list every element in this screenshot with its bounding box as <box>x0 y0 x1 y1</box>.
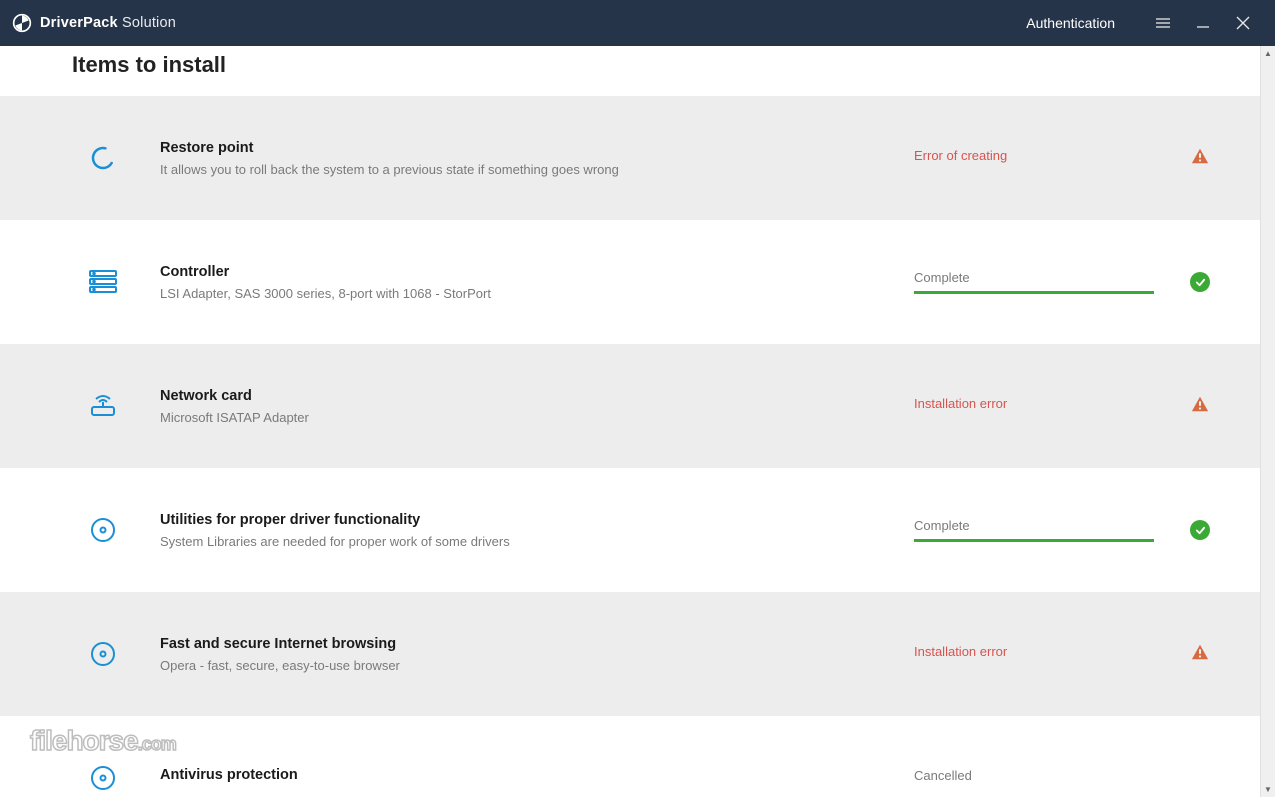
app-title: DriverPack Solution <box>40 15 176 31</box>
install-item-row: Controller LSI Adapter, SAS 3000 series, … <box>0 220 1260 344</box>
item-status: Complete <box>914 518 1174 542</box>
window-close-button[interactable] <box>1223 0 1263 46</box>
item-status: Installation error <box>914 396 1174 417</box>
install-item-row: Restore point It allows you to roll back … <box>0 96 1260 220</box>
warning-triangle-icon <box>1191 395 1209 418</box>
status-label: Installation error <box>914 644 1174 659</box>
item-text-block: Restore point It allows you to roll back … <box>160 140 914 177</box>
progress-bar <box>914 539 1154 542</box>
disc-icon <box>86 637 120 671</box>
item-status: Installation error <box>914 644 1174 665</box>
item-description: Microsoft ISATAP Adapter <box>160 410 914 425</box>
install-item-row: Fast and secure Internet browsing Opera -… <box>0 592 1260 716</box>
warning-triangle-icon <box>1191 643 1209 666</box>
check-circle-icon <box>1190 272 1210 292</box>
status-icon-wrap <box>1188 270 1212 294</box>
item-title: Restore point <box>160 140 914 156</box>
scroll-down-arrow-icon[interactable]: ▼ <box>1261 782 1275 797</box>
status-icon-wrap <box>1188 518 1212 542</box>
status-label: Installation error <box>914 396 1174 411</box>
item-text-block: Utilities for proper driver functionalit… <box>160 512 914 549</box>
network-icon <box>86 389 120 423</box>
disc-icon <box>86 761 120 795</box>
status-label: Error of creating <box>914 148 1174 163</box>
item-title: Fast and secure Internet browsing <box>160 636 914 652</box>
controller-icon <box>86 265 120 299</box>
window-minimize-button[interactable] <box>1183 0 1223 46</box>
item-status: Cancelled <box>914 768 1174 789</box>
titlebar: DriverPack Solution Authentication <box>0 0 1275 46</box>
item-status: Error of creating <box>914 148 1174 169</box>
status-icon-wrap <box>1188 642 1212 666</box>
status-label: Cancelled <box>914 768 1174 783</box>
scroll-up-arrow-icon[interactable]: ▲ <box>1261 46 1275 61</box>
install-item-row: Network card Microsoft ISATAP AdapterInst… <box>0 344 1260 468</box>
warning-triangle-icon <box>1191 147 1209 170</box>
item-description: It allows you to roll back the system to… <box>160 162 914 177</box>
vertical-scrollbar[interactable]: ▲ ▼ <box>1260 46 1275 797</box>
spinner-icon <box>86 141 120 175</box>
driverpack-logo-icon <box>12 13 32 33</box>
hamburger-menu-icon[interactable] <box>1143 0 1183 46</box>
item-title: Network card <box>160 388 914 404</box>
item-description: Opera - fast, secure, easy-to-use browse… <box>160 658 914 673</box>
item-description: LSI Adapter, SAS 3000 series, 8-port wit… <box>160 286 914 301</box>
status-label: Complete <box>914 518 1174 533</box>
item-title: Antivirus protection <box>160 767 914 783</box>
item-title: Controller <box>160 264 914 280</box>
items-list: Restore point It allows you to roll back … <box>0 96 1260 797</box>
item-status: Complete <box>914 270 1174 294</box>
item-text-block: Controller LSI Adapter, SAS 3000 series, … <box>160 264 914 301</box>
install-item-row: Utilities for proper driver functionalit… <box>0 468 1260 592</box>
disc-icon <box>86 513 120 547</box>
status-icon-wrap <box>1188 146 1212 170</box>
item-text-block: Fast and secure Internet browsing Opera -… <box>160 636 914 673</box>
brand-thin: Solution <box>118 15 176 31</box>
page-title: Items to install <box>0 46 1260 96</box>
content-area: Items to install Restore point It allows … <box>0 46 1260 797</box>
status-icon-wrap <box>1188 394 1212 418</box>
item-text-block: Antivirus protection <box>160 767 914 789</box>
item-description: System Libraries are needed for proper w… <box>160 534 914 549</box>
brand-bold: DriverPack <box>40 15 118 31</box>
item-title: Utilities for proper driver functionalit… <box>160 512 914 528</box>
status-icon-wrap <box>1188 766 1212 790</box>
item-text-block: Network card Microsoft ISATAP Adapter <box>160 388 914 425</box>
check-circle-icon <box>1190 520 1210 540</box>
install-item-row: Antivirus protectionCancelled <box>0 716 1260 797</box>
authentication-link[interactable]: Authentication <box>1026 15 1115 31</box>
progress-bar <box>914 291 1154 294</box>
status-label: Complete <box>914 270 1174 285</box>
